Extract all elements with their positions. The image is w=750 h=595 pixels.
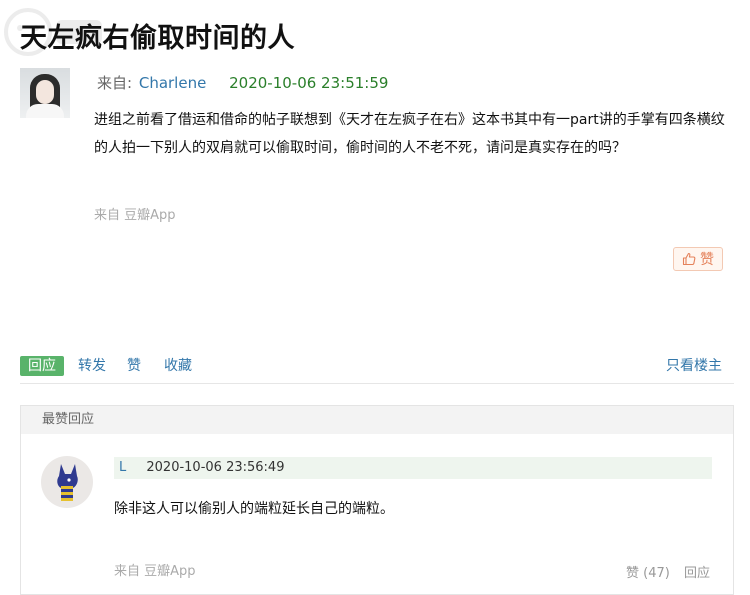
post-meta: 来自: Charlene 2020-10-06 23:51:59: [97, 72, 388, 93]
repost-button[interactable]: 转发: [78, 356, 106, 376]
anubis-avatar-icon: [57, 464, 78, 501]
reply-user-link[interactable]: L: [119, 460, 126, 475]
reply-like-link[interactable]: 赞 (47): [626, 566, 670, 581]
reply-source: 来自 豆瓣App: [114, 564, 196, 579]
divider: [20, 383, 734, 384]
from-label: 来自:: [97, 74, 133, 92]
post-body: 进组之前看了借运和借命的帖子联想到《天才在左疯子在右》这本书其中有一part讲的…: [94, 112, 725, 156]
best-replies-title: 最赞回应: [42, 412, 95, 427]
post-source: 来自 豆瓣App: [94, 208, 176, 223]
best-replies-header: 最赞回应: [21, 406, 733, 434]
post-like-button[interactable]: 赞: [673, 247, 723, 271]
reply-avatar[interactable]: [41, 456, 93, 508]
collect-button[interactable]: 收藏: [164, 356, 192, 376]
post-timestamp: 2020-10-06 23:51:59: [229, 74, 389, 92]
like-button[interactable]: 赞: [127, 356, 141, 376]
reply-header: L 2020-10-06 23:56:49: [114, 457, 712, 479]
reply-text: 除非这人可以偷别人的端粒延长自己的端粒。: [114, 501, 394, 517]
reply-button[interactable]: 回应: [20, 356, 64, 376]
page-title: 天左疯右偷取时间的人: [20, 23, 295, 54]
reply-reply-link[interactable]: 回应: [684, 566, 710, 581]
author-link[interactable]: Charlene: [139, 74, 206, 92]
post-actions: 回应 转发 赞 收藏 只看楼主: [20, 356, 722, 378]
post-like-label: 赞: [700, 252, 714, 268]
author-avatar[interactable]: [20, 68, 70, 118]
thumbs-up-icon: [682, 252, 696, 266]
only-op-link[interactable]: 只看楼主: [666, 356, 722, 376]
reply-actions: 赞 (47) 回应: [626, 562, 710, 581]
reply-timestamp: 2020-10-06 23:56:49: [146, 460, 285, 475]
